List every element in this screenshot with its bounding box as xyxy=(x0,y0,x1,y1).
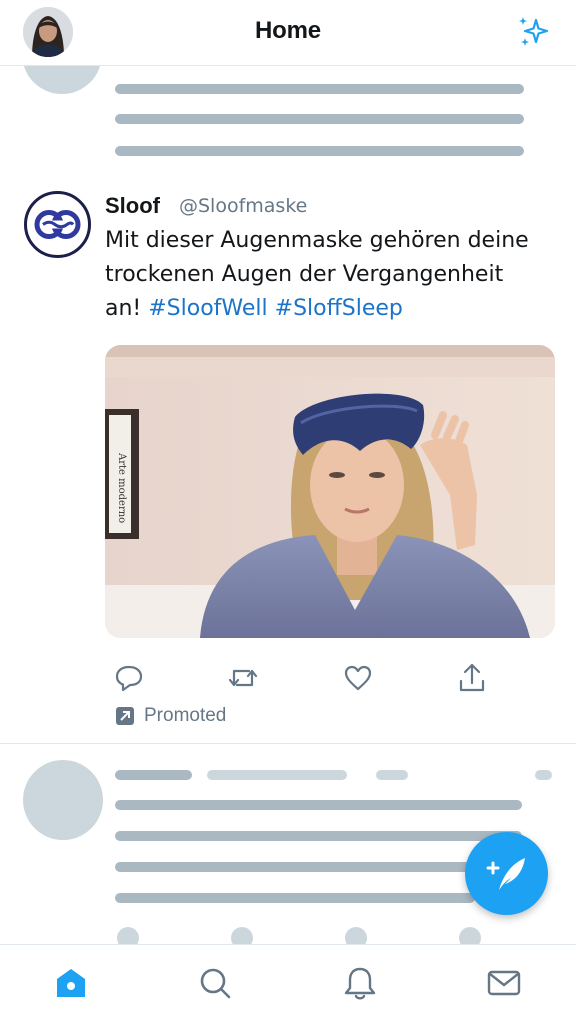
tweet-image[interactable]: Arte moderno xyxy=(105,345,555,638)
sloof-logo-icon xyxy=(34,210,81,239)
promoted-label: Promoted xyxy=(144,705,227,726)
tweet-text-line: an! #SloofWell #SloffSleep xyxy=(105,292,545,326)
share-icon[interactable] xyxy=(454,660,490,696)
notifications-icon[interactable] xyxy=(340,963,380,1003)
placeholder-line xyxy=(115,831,522,841)
placeholder-line xyxy=(115,862,522,872)
tweet-text-line: trockenen Augen der Vergangenheit xyxy=(105,262,504,287)
author-avatar[interactable] xyxy=(24,191,91,258)
author-handle[interactable]: @Sloofmaske xyxy=(179,195,307,217)
bottom-navigation xyxy=(0,944,576,1024)
compose-feather-icon xyxy=(486,858,525,890)
promoted-icon xyxy=(116,707,134,725)
compose-button[interactable] xyxy=(465,832,548,915)
top-header: Home xyxy=(0,0,576,66)
messages-icon[interactable] xyxy=(484,963,524,1003)
placeholder-line xyxy=(115,770,192,780)
placeholder-line xyxy=(207,770,347,780)
page-title: Home xyxy=(255,17,321,44)
hashtag-link[interactable]: #SloffSleep xyxy=(275,296,403,321)
tweet-actions xyxy=(0,660,576,696)
tweet-text-end: an! xyxy=(105,296,149,321)
search-icon[interactable] xyxy=(195,963,235,1003)
tweet-text: Mit dieser Augenmaske gehören deine troc… xyxy=(105,224,545,326)
placeholder-line xyxy=(376,770,408,780)
like-icon[interactable] xyxy=(340,660,376,696)
sleep-mask-photo: Arte moderno xyxy=(105,345,555,638)
home-icon[interactable] xyxy=(51,963,91,1003)
placeholder-line xyxy=(115,146,524,156)
placeholder-line xyxy=(115,893,475,903)
placeholder-line xyxy=(535,770,552,780)
book-spine-text: Arte moderno xyxy=(116,452,127,523)
author-name[interactable]: Sloof xyxy=(105,193,160,219)
placeholder-line xyxy=(115,114,524,124)
promoted-tweet[interactable]: Sloof @Sloofmaske Mit dieser Augenmaske … xyxy=(0,176,576,744)
placeholder-avatar xyxy=(23,760,103,840)
tweet-text-line: Mit dieser Augenmaske gehören deine xyxy=(105,228,529,253)
placeholder-line xyxy=(115,84,524,94)
hashtag-link[interactable]: #SloofWell xyxy=(148,296,267,321)
placeholder-line xyxy=(115,800,522,810)
retweet-icon[interactable] xyxy=(225,660,261,696)
reply-icon[interactable] xyxy=(111,660,147,696)
sparkle-icon[interactable] xyxy=(514,12,554,52)
